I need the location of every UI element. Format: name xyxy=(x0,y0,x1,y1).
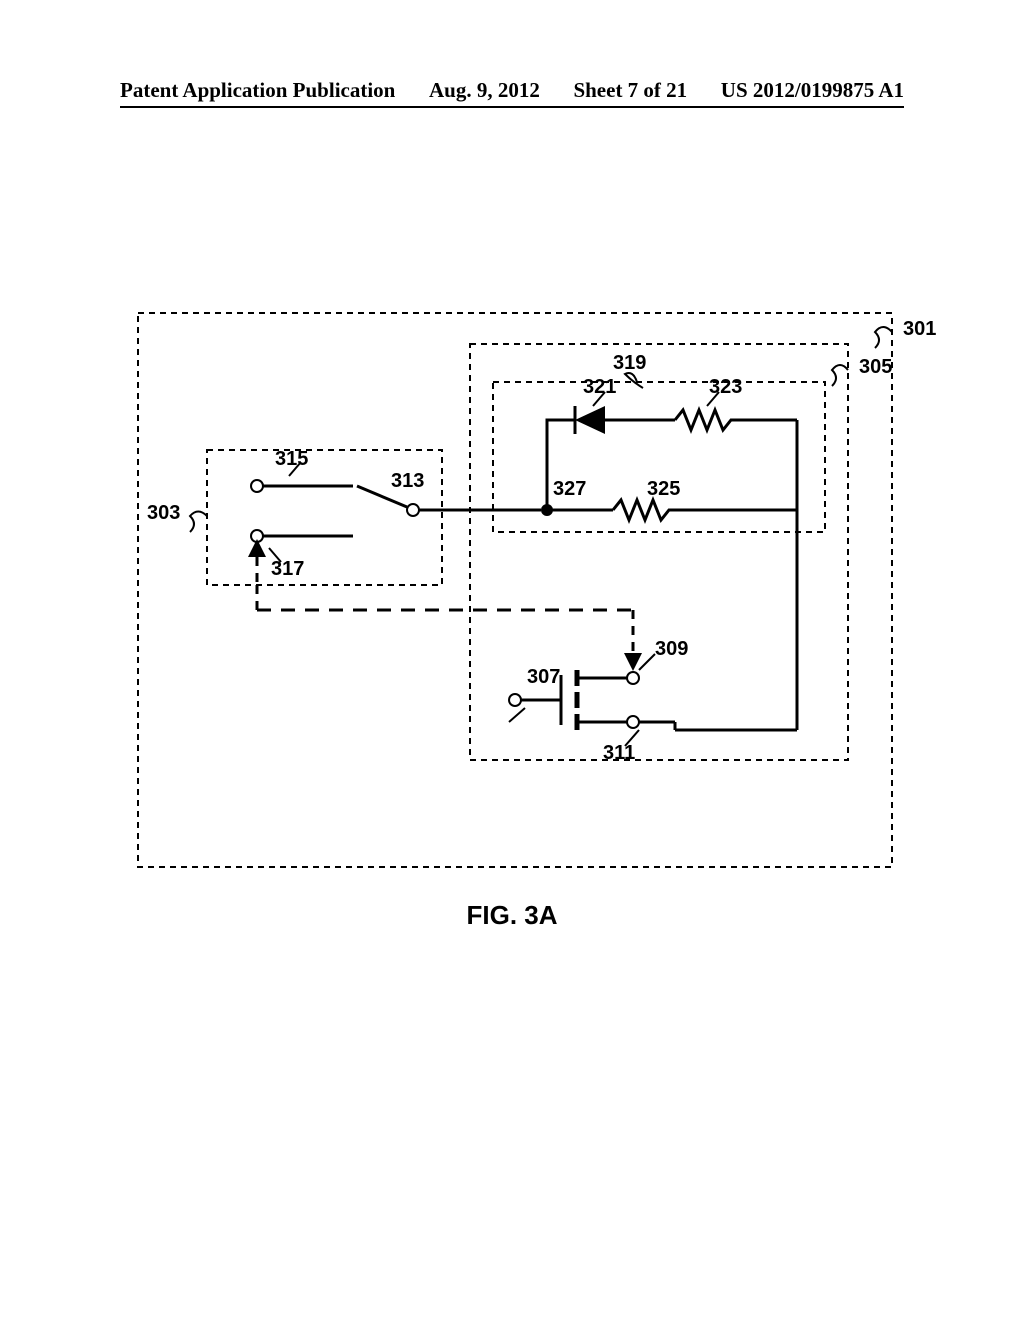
label-309: 309 xyxy=(655,638,688,661)
label-317: 317 xyxy=(271,558,304,581)
label-303: 303 xyxy=(147,502,180,525)
label-313: 313 xyxy=(391,470,424,493)
label-305: 305 xyxy=(859,356,892,379)
label-307: 307 xyxy=(527,666,560,689)
label-301: 301 xyxy=(903,318,936,341)
figure-caption: FIG. 3A xyxy=(0,900,1024,931)
header-rule xyxy=(120,106,904,108)
circuit-diagram: 301 305 303 319 321 323 315 313 327 325 … xyxy=(135,310,895,870)
header-title: Patent Application Publication xyxy=(120,78,395,103)
label-327: 327 xyxy=(553,478,586,501)
label-311: 311 xyxy=(603,742,635,765)
header-pubnum: US 2012/0199875 A1 xyxy=(721,78,904,103)
page-header: Patent Application Publication Aug. 9, 2… xyxy=(0,78,1024,103)
header-sheet: Sheet 7 of 21 xyxy=(573,78,687,103)
header-date: Aug. 9, 2012 xyxy=(429,78,540,103)
label-325: 325 xyxy=(647,478,680,501)
label-319: 319 xyxy=(613,352,646,375)
label-315: 315 xyxy=(275,448,308,471)
label-323: 323 xyxy=(709,376,742,399)
label-321: 321 xyxy=(583,376,616,399)
